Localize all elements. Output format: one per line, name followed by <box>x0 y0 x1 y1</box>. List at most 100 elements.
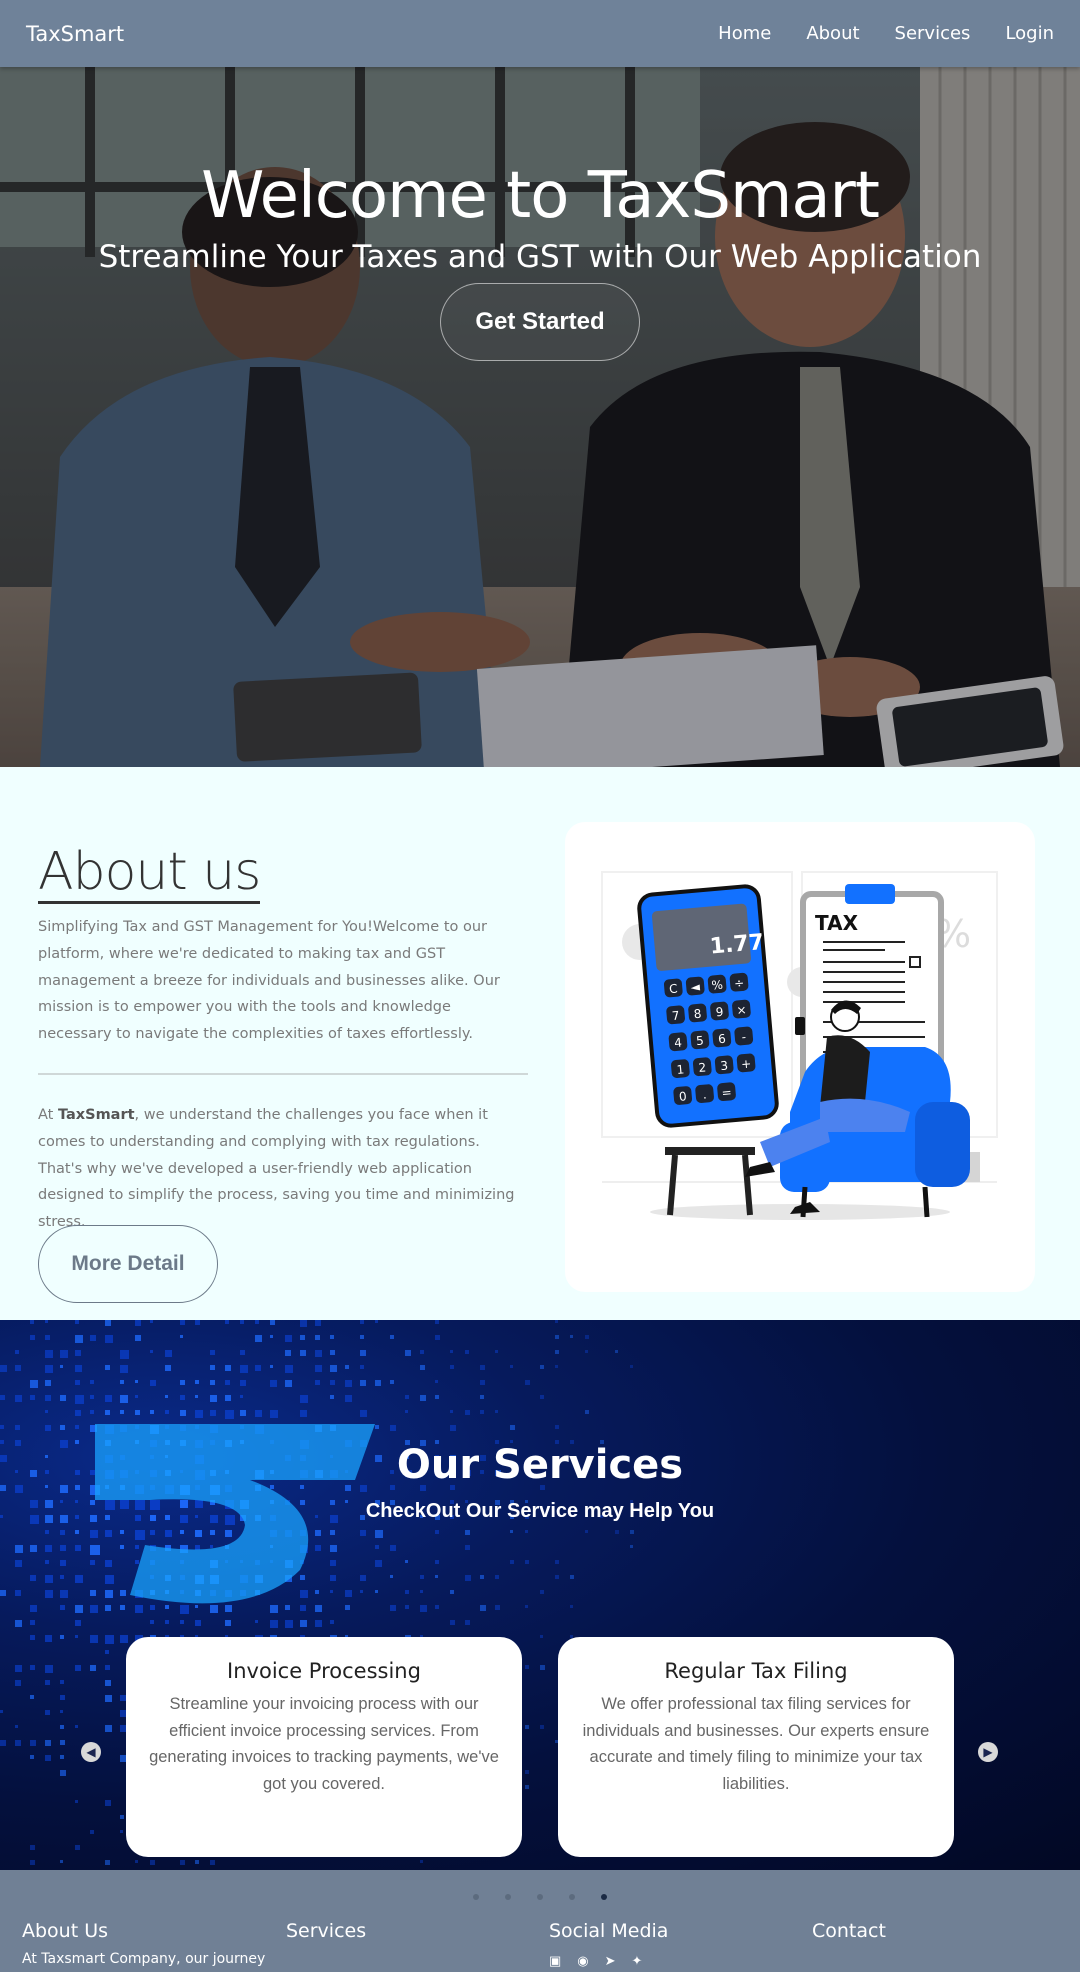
calculator-key-label: 4 <box>674 1035 683 1050</box>
background-pixel <box>465 1545 470 1550</box>
background-pixel <box>315 1605 322 1612</box>
background-pixel <box>315 1590 319 1594</box>
service-card[interactable]: Invoice Processing Streamline your invoi… <box>126 1637 522 1857</box>
background-pixel <box>15 1725 18 1728</box>
background-pixel <box>315 1350 322 1357</box>
background-pixel <box>300 1605 306 1611</box>
background-pixel <box>210 1365 215 1370</box>
nav-link-services[interactable]: Services <box>895 23 971 44</box>
background-pixel <box>210 1380 215 1385</box>
background-pixel <box>105 1335 113 1343</box>
background-pixel <box>555 1365 558 1368</box>
nav-link-home[interactable]: Home <box>718 23 771 44</box>
footer-social: Social Media ▣ ◉ ➤ ✦ <box>549 1920 668 1969</box>
instagram-icon[interactable]: ◉ <box>577 1953 588 1969</box>
carousel-dot[interactable] <box>537 1894 543 1900</box>
brand-logo[interactable]: TaxSmart <box>26 22 124 46</box>
background-pixel <box>45 1710 50 1715</box>
background-pixel <box>45 1395 51 1401</box>
background-pixel <box>195 1320 200 1325</box>
background-pixel <box>60 1590 68 1598</box>
background-pixel <box>435 1560 439 1564</box>
background-pixel <box>360 1380 366 1386</box>
about-paragraph-1: Simplifying Tax and GST Management for Y… <box>38 919 500 1043</box>
background-pixel <box>330 1350 335 1355</box>
background-pixel <box>525 1725 529 1729</box>
twitter-icon[interactable]: ✦ <box>632 1953 643 1969</box>
telegram-icon[interactable]: ➤ <box>605 1953 616 1969</box>
background-pixel <box>330 1365 337 1372</box>
background-pixel <box>480 1575 484 1579</box>
background-pixel <box>150 1620 154 1624</box>
background-pixel <box>525 1530 528 1533</box>
calculator-key-label: 9 <box>715 1005 724 1020</box>
background-pixel <box>45 1665 53 1673</box>
facebook-icon[interactable]: ▣ <box>549 1953 561 1969</box>
background-pixel <box>450 1590 454 1594</box>
background-pixel <box>180 1530 184 1534</box>
carousel-dot[interactable] <box>601 1894 607 1900</box>
background-pixel <box>390 1425 396 1431</box>
chevron-left-icon: ◀ <box>86 1745 96 1759</box>
get-started-button[interactable]: Get Started <box>440 283 640 361</box>
background-pixel <box>180 1320 185 1325</box>
carousel-dot[interactable] <box>505 1894 511 1900</box>
background-pixel <box>285 1365 293 1373</box>
background-pixel <box>75 1350 81 1356</box>
background-pixel <box>75 1635 78 1638</box>
footer: About Us At Taxsmart Company, our journe… <box>0 1870 1080 1972</box>
background-pixel <box>390 1605 396 1611</box>
background-pixel <box>45 1575 53 1583</box>
background-pixel <box>525 1605 528 1608</box>
calculator-key-label: 7 <box>671 1009 680 1024</box>
background-pixel <box>90 1830 94 1834</box>
background-pixel <box>240 1395 243 1398</box>
background-pixel <box>135 1410 140 1415</box>
background-pixel <box>45 1335 50 1340</box>
background-pixel <box>30 1575 36 1581</box>
calculator-key-label: × <box>736 1003 747 1018</box>
more-detail-button[interactable]: More Detail <box>38 1225 218 1303</box>
carousel-dot[interactable] <box>569 1894 575 1900</box>
background-pixel <box>420 1350 424 1354</box>
background-pixel <box>0 1395 5 1400</box>
background-pixel <box>105 1575 114 1584</box>
background-pixel <box>45 1410 48 1413</box>
background-pixel <box>60 1560 66 1566</box>
background-pixel <box>180 1620 184 1624</box>
about-paragraph-2-rest: , we understand the challenges you face … <box>38 1107 515 1231</box>
background-pixel <box>75 1395 84 1404</box>
background-pixel <box>375 1320 378 1323</box>
background-pixel <box>60 1740 65 1745</box>
background-pixel <box>360 1320 364 1324</box>
background-pixel <box>510 1560 514 1564</box>
carousel-dot[interactable] <box>473 1894 479 1900</box>
nav-link-login[interactable]: Login <box>1005 23 1054 44</box>
background-pixel <box>135 1530 145 1540</box>
background-pixel <box>300 1350 306 1356</box>
background-pixel <box>390 1380 394 1384</box>
background-pixel <box>15 1395 22 1402</box>
carousel-next-button[interactable]: ▶ <box>978 1742 998 1762</box>
background-pixel <box>195 1545 200 1550</box>
background-pixel <box>390 1575 393 1578</box>
background-pixel <box>465 1620 470 1625</box>
nav-link-about[interactable]: About <box>806 23 859 44</box>
hero-subtitle: Streamline Your Taxes and GST with Our W… <box>98 239 982 275</box>
background-pixel <box>360 1575 366 1581</box>
background-pixel <box>90 1335 96 1341</box>
carousel-prev-button[interactable]: ◀ <box>81 1742 101 1762</box>
background-pixel <box>15 1740 21 1746</box>
background-pixel <box>105 1635 114 1644</box>
background-pixel <box>45 1320 48 1323</box>
background-pixel <box>30 1335 35 1340</box>
background-pixel <box>630 1545 633 1548</box>
background-pixel <box>105 1320 111 1326</box>
background-pixel <box>195 1605 198 1608</box>
background-pixel <box>210 1545 213 1548</box>
background-pixel <box>240 1350 245 1355</box>
service-card[interactable]: Regular Tax Filing We offer professional… <box>558 1637 954 1857</box>
background-pixel <box>390 1545 396 1551</box>
background-pixel <box>45 1380 51 1386</box>
background-pixel <box>150 1605 155 1610</box>
